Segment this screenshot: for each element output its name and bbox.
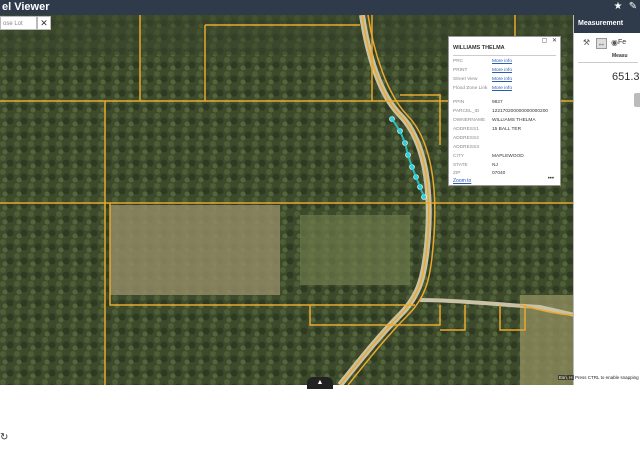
measurement-value: 651.3 xyxy=(612,71,640,83)
area-tool-icon[interactable]: ⚒ xyxy=(582,38,591,47)
popup-key: ZIP xyxy=(453,171,461,176)
popup-row: Street View More info xyxy=(453,77,559,84)
popup-row: Flood Zone Link More info xyxy=(453,86,559,93)
app-title: el Viewer xyxy=(2,1,50,13)
unit-select[interactable]: Fe xyxy=(618,39,626,46)
popup-key: CITY xyxy=(453,154,464,159)
popup-title: WILLIAMS THELMA xyxy=(453,45,505,51)
popup-key: PARCEL_ID xyxy=(453,109,480,114)
popup-row: PRINT More info xyxy=(453,68,559,75)
popup-value: 9827 xyxy=(492,100,503,105)
popup-key: PPIN xyxy=(453,100,465,105)
close-icon[interactable]: ✕ xyxy=(37,16,51,30)
edit-icon[interactable]: ✎ xyxy=(627,1,639,13)
result-label: Measu xyxy=(612,53,628,59)
popup-divider xyxy=(453,55,556,56)
popup-row: STATE NJ xyxy=(453,163,559,170)
loading-icon: ↻ xyxy=(0,432,9,443)
popup-key: PRC xyxy=(453,59,464,64)
maximize-icon[interactable]: ▢ xyxy=(541,38,548,45)
panel-divider xyxy=(578,62,638,63)
map-attribution: Esri, H xyxy=(558,375,574,380)
panel-title: Measurement xyxy=(574,15,640,33)
distance-tool-icon[interactable]: ↔ xyxy=(596,38,607,49)
popup-link[interactable]: More info xyxy=(492,77,512,82)
popup-value: WILLIAMS THELMA xyxy=(492,118,536,123)
popup-value: 07040 xyxy=(492,171,506,176)
expand-handle-icon[interactable]: ▲ xyxy=(307,377,333,389)
popup-key: PRINT xyxy=(453,68,468,73)
popup-row: OWNERNAME WILLIAMS THELMA xyxy=(453,118,559,125)
popup-row: PPIN 9827 xyxy=(453,100,559,107)
popup-value: NJ xyxy=(492,163,498,168)
popup-row: ADDRESS3 xyxy=(453,145,559,152)
popup-value: 15 BALL TER xyxy=(492,127,522,132)
popup-row: ADDRESS2 xyxy=(453,136,559,143)
close-icon[interactable]: ✕ xyxy=(551,38,558,45)
popup-key: STATE xyxy=(453,163,468,168)
popup-row: PRC More info xyxy=(453,59,559,66)
popup-link[interactable]: More info xyxy=(492,59,512,64)
popup-key: ADDRESS3 xyxy=(453,145,479,150)
snapping-hint: Press CTRL to enable snapping xyxy=(574,375,640,380)
popup-link[interactable]: More info xyxy=(492,68,512,73)
popup-key: ADDRESS1 xyxy=(453,127,479,132)
popup-row: CITY MAPLEWOOD xyxy=(453,154,559,161)
popup-value: 122170200000000000200 xyxy=(492,109,549,114)
popup-link[interactable]: More info xyxy=(492,86,512,91)
help-icon[interactable]: ★ xyxy=(612,1,624,13)
more-options-icon[interactable]: ••• xyxy=(548,176,554,182)
search-input[interactable]: ose Lot xyxy=(0,16,37,30)
popup-key: Flood Zone Link xyxy=(453,86,488,91)
popup-key: Street View xyxy=(453,77,478,82)
zoom-to-link[interactable]: Zoom to xyxy=(453,178,471,184)
popup-key: OWNERNAME xyxy=(453,118,486,123)
app-header: el Viewer ★ ✎ xyxy=(0,0,640,15)
popup-key: ADDRESS2 xyxy=(453,136,479,141)
popup-row: PARCEL_ID 122170200000000000200 xyxy=(453,109,559,116)
new-measurement-button[interactable] xyxy=(634,93,640,107)
measurement-panel: Measurement ⚒ ↔ ◉ Fe Measu 651.3 xyxy=(573,15,640,385)
popup-row: ADDRESS1 15 BALL TER xyxy=(453,127,559,134)
parcel-popup: ▢ ✕ WILLIAMS THELMA PRC More info PRINT … xyxy=(448,36,561,186)
popup-value: MAPLEWOOD xyxy=(492,154,524,159)
popup-row: ZIP 07040 xyxy=(453,171,559,178)
